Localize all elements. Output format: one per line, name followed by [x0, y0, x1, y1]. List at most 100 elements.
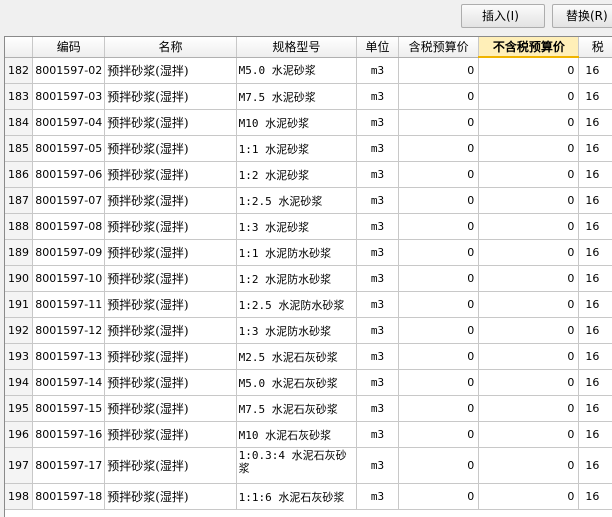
item-unit-cell[interactable]: m3: [356, 213, 399, 240]
row-index-cell[interactable]: 185: [5, 135, 34, 162]
item-name-cell[interactable]: 预拌砂浆(湿拌): [104, 57, 237, 84]
table-row[interactable]: 189 8001597-09 预拌砂浆(湿拌) 1:1 水泥防水砂浆 m3 0 0 16: [5, 239, 612, 266]
taxed-price-cell[interactable]: 0: [398, 317, 480, 344]
item-name-cell[interactable]: 预拌砂浆(湿拌): [104, 369, 237, 396]
untaxed-price-cell[interactable]: 0: [478, 265, 580, 292]
taxed-price-cell[interactable]: 0: [398, 447, 480, 484]
untaxed-price-cell[interactable]: 0: [478, 483, 580, 510]
untaxed-price-cell[interactable]: 0: [478, 187, 580, 214]
table-row[interactable]: 182 8001597-02 预拌砂浆(湿拌) M5.0 水泥砂浆 m3 0 0 16: [5, 57, 612, 84]
taxed-price-cell[interactable]: 0: [398, 291, 480, 318]
untaxed-price-cell[interactable]: 0: [478, 135, 580, 162]
untaxed-price-cell[interactable]: 0: [478, 447, 580, 484]
row-index-cell[interactable]: 188: [5, 213, 34, 240]
item-unit-cell[interactable]: m3: [356, 483, 399, 510]
table-row[interactable]: 191 8001597-11 预拌砂浆(湿拌) 1:2.5 水泥防水砂浆 m3 0 0 16: [5, 291, 612, 318]
taxed-price-cell[interactable]: 0: [398, 421, 480, 448]
row-index-cell[interactable]: 182: [5, 57, 34, 84]
table-row[interactable]: 192 8001597-12 预拌砂浆(湿拌) 1:3 水泥防水砂浆 m3 0 0 16: [5, 317, 612, 344]
item-code-cell[interactable]: 8001597-07: [32, 187, 106, 214]
item-spec-cell[interactable]: 1:2 水泥防水砂浆: [236, 265, 358, 292]
item-name-cell[interactable]: 预拌砂浆(湿拌): [104, 161, 237, 188]
item-unit-cell[interactable]: m3: [356, 57, 399, 84]
row-index-cell[interactable]: 193: [5, 343, 34, 370]
header-code[interactable]: 编码: [32, 37, 106, 58]
table-row[interactable]: 197 8001597-17 预拌砂浆(湿拌) 1:0.3:4 水泥石灰砂浆 m3 0 0 1…: [5, 447, 612, 484]
table-row[interactable]: 198 8001597-18 预拌砂浆(湿拌) 1:1:6 水泥石灰砂浆 m3 0 0 16: [5, 483, 612, 510]
item-unit-cell[interactable]: m3: [356, 343, 399, 370]
item-name-cell[interactable]: 预拌砂浆(湿拌): [104, 265, 237, 292]
item-unit-cell[interactable]: m3: [356, 317, 399, 344]
item-unit-cell[interactable]: m3: [356, 291, 399, 318]
untaxed-price-cell[interactable]: 0: [478, 57, 580, 84]
tax-rate-cell[interactable]: 16: [578, 161, 612, 188]
table-row[interactable]: 187 8001597-07 预拌砂浆(湿拌) 1:2.5 水泥砂浆 m3 0 0 16: [5, 187, 612, 214]
untaxed-price-cell[interactable]: 0: [478, 291, 580, 318]
item-name-cell[interactable]: 预拌砂浆(湿拌): [104, 187, 237, 214]
item-code-cell[interactable]: 8001597-12: [32, 317, 106, 344]
item-code-cell[interactable]: 8001597-06: [32, 161, 106, 188]
row-index-cell[interactable]: 195: [5, 395, 34, 422]
header-index[interactable]: [5, 37, 34, 58]
taxed-price-cell[interactable]: 0: [398, 83, 480, 110]
item-spec-cell[interactable]: M5.0 水泥砂浆: [236, 57, 358, 84]
item-spec-cell[interactable]: 1:0.3:4 水泥石灰砂浆: [236, 447, 358, 484]
tax-rate-cell[interactable]: 16: [578, 57, 612, 84]
header-tax[interactable]: 税: [578, 37, 612, 58]
untaxed-price-cell[interactable]: 0: [478, 83, 580, 110]
tax-rate-cell[interactable]: 16: [578, 483, 612, 510]
item-code-cell[interactable]: 8001597-15: [32, 395, 106, 422]
item-name-cell[interactable]: 预拌砂浆(湿拌): [104, 395, 237, 422]
row-index-cell[interactable]: 194: [5, 369, 34, 396]
untaxed-price-cell[interactable]: 0: [478, 395, 580, 422]
table-row[interactable]: 195 8001597-15 预拌砂浆(湿拌) M7.5 水泥石灰砂浆 m3 0 0 16: [5, 395, 612, 422]
item-unit-cell[interactable]: m3: [356, 135, 399, 162]
taxed-price-cell[interactable]: 0: [398, 239, 480, 266]
item-name-cell[interactable]: 预拌砂浆(湿拌): [104, 343, 237, 370]
item-code-cell[interactable]: 8001597-14: [32, 369, 106, 396]
tax-rate-cell[interactable]: 16: [578, 317, 612, 344]
item-unit-cell[interactable]: m3: [356, 187, 399, 214]
item-spec-cell[interactable]: 1:1 水泥砂浆: [236, 135, 358, 162]
tax-rate-cell[interactable]: 16: [578, 343, 612, 370]
item-code-cell[interactable]: 8001597-18: [32, 483, 106, 510]
item-name-cell[interactable]: 预拌砂浆(湿拌): [104, 83, 237, 110]
taxed-price-cell[interactable]: 0: [398, 369, 480, 396]
row-index-cell[interactable]: 184: [5, 109, 34, 136]
taxed-price-cell[interactable]: 0: [398, 343, 480, 370]
taxed-price-cell[interactable]: 0: [398, 57, 480, 84]
item-spec-cell[interactable]: M10 水泥石灰砂浆: [236, 421, 358, 448]
item-code-cell[interactable]: 8001597-17: [32, 447, 106, 484]
item-name-cell[interactable]: 预拌砂浆(湿拌): [104, 483, 237, 510]
item-unit-cell[interactable]: m3: [356, 161, 399, 188]
item-code-cell[interactable]: 8001597-11: [32, 291, 106, 318]
row-index-cell[interactable]: 189: [5, 239, 34, 266]
tax-rate-cell[interactable]: 16: [578, 213, 612, 240]
item-name-cell[interactable]: 预拌砂浆(湿拌): [104, 291, 237, 318]
item-code-cell[interactable]: 8001597-03: [32, 83, 106, 110]
item-name-cell[interactable]: 预拌砂浆(湿拌): [104, 239, 237, 266]
untaxed-price-cell[interactable]: 0: [478, 239, 580, 266]
table-row[interactable]: 196 8001597-16 预拌砂浆(湿拌) M10 水泥石灰砂浆 m3 0 0 16: [5, 421, 612, 448]
table-row[interactable]: 194 8001597-14 预拌砂浆(湿拌) M5.0 水泥石灰砂浆 m3 0 0 16: [5, 369, 612, 396]
row-index-cell[interactable]: 197: [5, 447, 34, 484]
item-code-cell[interactable]: 8001597-16: [32, 421, 106, 448]
item-code-cell[interactable]: 8001597-05: [32, 135, 106, 162]
table-row[interactable]: 186 8001597-06 预拌砂浆(湿拌) 1:2 水泥砂浆 m3 0 0 16: [5, 161, 612, 188]
row-index-cell[interactable]: 187: [5, 187, 34, 214]
untaxed-price-cell[interactable]: 0: [478, 369, 580, 396]
tax-rate-cell[interactable]: 16: [578, 421, 612, 448]
taxed-price-cell[interactable]: 0: [398, 483, 480, 510]
item-spec-cell[interactable]: 1:2 水泥砂浆: [236, 161, 358, 188]
item-unit-cell[interactable]: m3: [356, 265, 399, 292]
tax-rate-cell[interactable]: 16: [578, 265, 612, 292]
tax-rate-cell[interactable]: 16: [578, 447, 612, 484]
tax-rate-cell[interactable]: 16: [578, 109, 612, 136]
item-unit-cell[interactable]: m3: [356, 369, 399, 396]
item-spec-cell[interactable]: 1:1 水泥防水砂浆: [236, 239, 358, 266]
item-unit-cell[interactable]: m3: [356, 109, 399, 136]
item-name-cell[interactable]: 预拌砂浆(湿拌): [104, 135, 237, 162]
tax-rate-cell[interactable]: 16: [578, 395, 612, 422]
table-row[interactable]: 188 8001597-08 预拌砂浆(湿拌) 1:3 水泥砂浆 m3 0 0 16: [5, 213, 612, 240]
table-row[interactable]: 190 8001597-10 预拌砂浆(湿拌) 1:2 水泥防水砂浆 m3 0 0 16: [5, 265, 612, 292]
